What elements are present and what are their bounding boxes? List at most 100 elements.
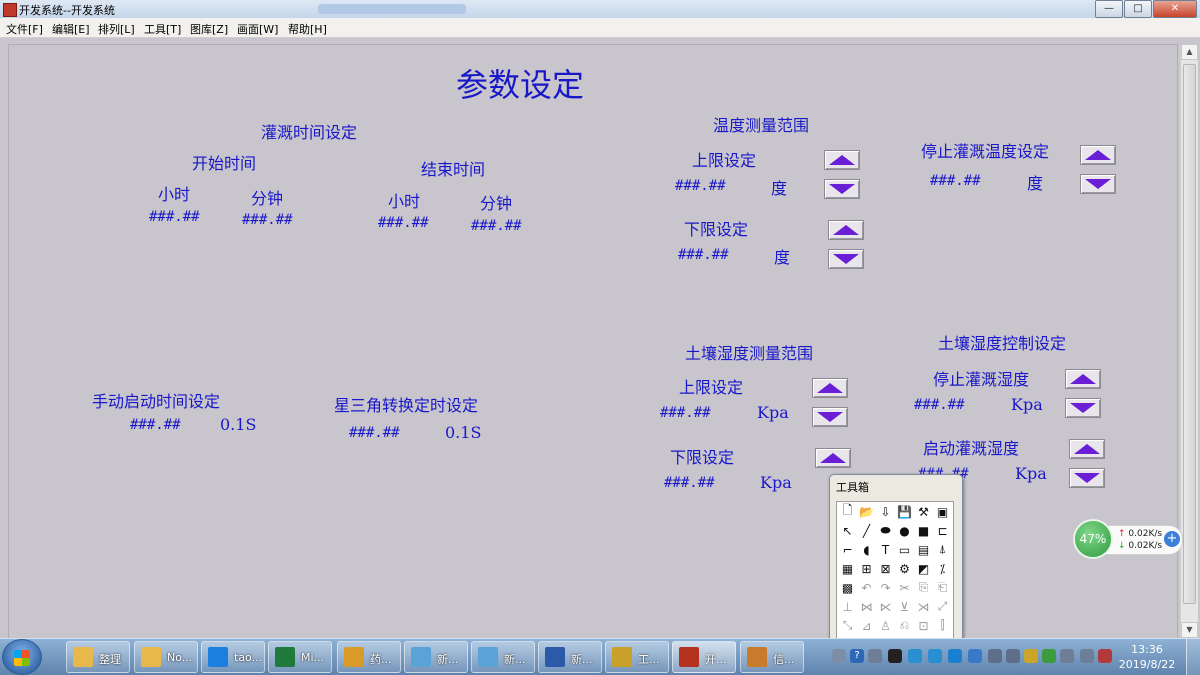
tray-app-icon[interactable] [1060, 649, 1074, 663]
soil-lower-value[interactable]: ###.## [664, 475, 715, 491]
toolbox-tool-icon[interactable]: T [876, 540, 895, 559]
tray-app-icon[interactable] [1006, 649, 1020, 663]
taskbar-item[interactable]: No... [134, 641, 198, 673]
soil-upper-value[interactable]: ###.## [660, 405, 711, 421]
toolbox-tool-icon[interactable]: ⊏ [933, 521, 952, 540]
taskbar-item[interactable]: 信... [740, 641, 804, 673]
qq-icon[interactable] [888, 649, 902, 663]
menu-file[interactable]: 文件[F] [6, 21, 43, 37]
start-hour-value[interactable]: ###.## [149, 209, 200, 225]
clock[interactable]: 13:36 2019/8/22 [1112, 639, 1182, 675]
close-button[interactable]: ✕ [1153, 0, 1197, 18]
scroll-down-arrow[interactable]: ▼ [1181, 622, 1198, 638]
menu-screen[interactable]: 画面[W] [237, 21, 278, 37]
show-desktop-button[interactable] [1186, 639, 1200, 675]
toolbox-tool-icon[interactable]: ⇩ [876, 502, 895, 521]
toolbox-tool-icon[interactable]: ▤ [914, 540, 933, 559]
toolbox-tool-icon[interactable]: ■ [914, 521, 933, 540]
toolbox-tool-icon[interactable]: ▣ [933, 502, 952, 521]
toolbox-tool-icon[interactable]: ⎗ [933, 578, 952, 597]
soil-upper-decrease-button[interactable] [812, 407, 848, 427]
temp-upper-decrease-button[interactable] [824, 179, 860, 199]
toolbox-tool-icon[interactable]: ⁒ [933, 559, 952, 578]
tray-arrow-icon[interactable] [868, 649, 882, 663]
taskbar-item[interactable]: 整理 [66, 641, 130, 673]
toolbox-tool-icon[interactable]: ⋊ [914, 597, 933, 616]
taskbar-item[interactable]: 工... [605, 641, 669, 673]
toolbox-tool-icon[interactable]: ▩ [838, 578, 857, 597]
toolbox-tool-icon[interactable]: ⬬ [876, 521, 895, 540]
star-delta-value[interactable]: ###.## [349, 425, 400, 441]
minimize-button[interactable]: — [1095, 0, 1123, 18]
toolbox-tool-icon[interactable]: ▦ [838, 559, 857, 578]
stop-irrigation-temp-value[interactable]: ###.## [930, 173, 981, 189]
tray-app-icon[interactable] [928, 649, 942, 663]
manual-start-value[interactable]: ###.## [130, 417, 181, 433]
toolbox-panel[interactable]: 工具箱 🗋 📂 ⇩ 💾 ⚒ ▣ ↖ ╱ ⬬ ● ■ ⊏ ⌐ ◖ T ▭ ▤ ⍋ ▦ ⊞ ⊠ ⚙ ◩ ⁒ ▩ ↶ ↷ ✂ ⎘ ⎗ ⊥ ⋈ ⋉ ⊻ ⋊ ⤢… [829, 474, 963, 646]
temp-upper-value[interactable]: ###.## [675, 178, 726, 194]
tray-app-icon[interactable] [948, 649, 962, 663]
soil-upper-increase-button[interactable] [812, 378, 848, 398]
menu-gallery[interactable]: 图库[Z] [190, 21, 228, 37]
temp-lower-increase-button[interactable] [828, 220, 864, 240]
start-humidity-decrease-button[interactable] [1069, 468, 1105, 488]
stop-temp-increase-button[interactable] [1080, 145, 1116, 165]
taskbar-item[interactable]: 药... [337, 641, 401, 673]
toolbox-tool-icon[interactable]: ⤢ [933, 597, 952, 616]
help-icon[interactable]: ? [850, 649, 864, 663]
soil-lower-increase-button[interactable] [815, 448, 851, 468]
toolbox-tool-icon[interactable]: ⋈ [857, 597, 876, 616]
toolbox-tool-icon[interactable]: ✂ [895, 578, 914, 597]
maximize-button[interactable]: □ [1124, 0, 1152, 18]
taskbar-item[interactable]: tao... [201, 641, 265, 673]
toolbox-tool-icon[interactable]: ⊿ [857, 616, 876, 635]
toolbox-tool-icon[interactable]: ⎘ [914, 578, 933, 597]
toolbox-tool-icon[interactable]: ⚒ [914, 502, 933, 521]
toolbox-tool-icon[interactable]: ⊥ [838, 597, 857, 616]
stop-humidity-decrease-button[interactable] [1065, 398, 1101, 418]
toolbox-tool-icon[interactable]: 📂 [857, 502, 876, 521]
toolbox-tool-icon[interactable]: ↷ [876, 578, 895, 597]
menu-edit[interactable]: 编辑[E] [52, 21, 90, 37]
toolbox-tool-icon[interactable]: ⤡ [838, 616, 857, 635]
toolbox-tool-icon[interactable]: ▭ [895, 540, 914, 559]
toolbox-tool-icon[interactable]: ◖ [857, 540, 876, 559]
toolbox-tool-icon[interactable]: ⎌ [895, 616, 914, 635]
toolbox-tool-icon[interactable]: ⌐ [838, 540, 857, 559]
toolbox-tool-icon[interactable]: 💾 [895, 502, 914, 521]
taskbar-item[interactable]: 新... [471, 641, 535, 673]
start-humidity-increase-button[interactable] [1069, 439, 1105, 459]
memory-percent-badge[interactable]: 47% [1073, 519, 1113, 559]
temp-lower-value[interactable]: ###.## [678, 247, 729, 263]
end-minute-value[interactable]: ###.## [471, 218, 522, 234]
toolbox-tool-icon[interactable]: ◩ [914, 559, 933, 578]
ime-icon[interactable] [968, 649, 982, 663]
toolbox-tool-icon[interactable]: ⚙ [895, 559, 914, 578]
taskbar-item[interactable]: Mi... [268, 641, 332, 673]
volume-muted-icon[interactable] [1098, 649, 1112, 663]
scroll-up-arrow[interactable]: ▲ [1181, 44, 1198, 60]
toolbox-tool-icon[interactable]: ⊠ [876, 559, 895, 578]
stop-humidity-value[interactable]: ###.## [914, 397, 965, 413]
toolbox-tool-icon[interactable]: ⊡ [914, 616, 933, 635]
temp-lower-decrease-button[interactable] [828, 249, 864, 269]
toolbox-tool-icon[interactable]: ⊞ [857, 559, 876, 578]
tray-app-icon[interactable] [908, 649, 922, 663]
toolbox-tool-icon[interactable]: ⋉ [876, 597, 895, 616]
keyboard-icon[interactable] [832, 649, 846, 663]
network-icon[interactable] [1080, 649, 1094, 663]
taskbar-item[interactable]: 开... [672, 641, 736, 673]
toolbox-tool-icon[interactable]: ♙ [876, 616, 895, 635]
toolbox-tool-icon[interactable]: ⫿ [933, 616, 952, 635]
end-hour-value[interactable]: ###.## [378, 215, 429, 231]
menu-tools[interactable]: 工具[T] [144, 21, 181, 37]
toolbox-tool-icon[interactable]: ↖ [838, 521, 857, 540]
temp-upper-increase-button[interactable] [824, 150, 860, 170]
start-minute-value[interactable]: ###.## [242, 212, 293, 228]
menu-help[interactable]: 帮助[H] [288, 21, 327, 37]
scroll-thumb[interactable] [1183, 64, 1196, 604]
shield-icon[interactable] [1042, 649, 1056, 663]
start-button[interactable] [2, 639, 42, 675]
toolbox-tool-icon[interactable]: ⊻ [895, 597, 914, 616]
taskbar-item[interactable]: 新... [404, 641, 468, 673]
